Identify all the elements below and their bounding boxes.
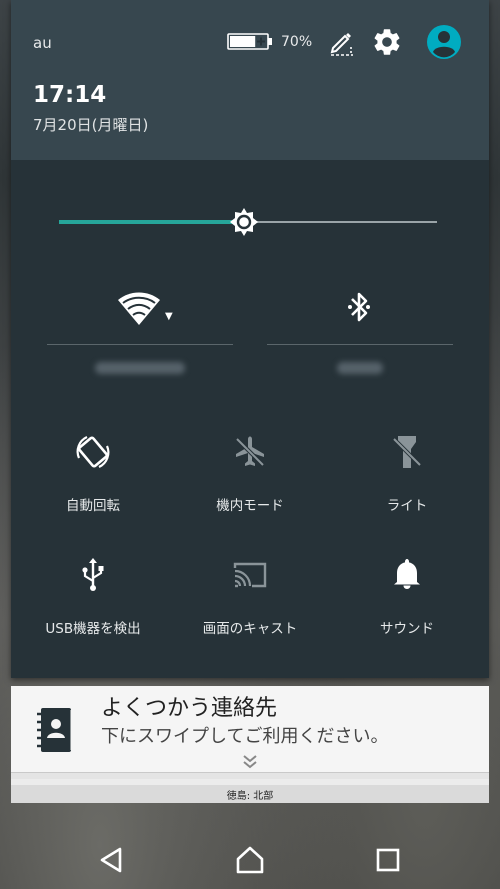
stacked-notification-2 — [11, 778, 489, 785]
contacts-book-icon — [37, 708, 72, 752]
wifi-tile-divider — [47, 344, 233, 345]
cast-icon — [233, 562, 267, 588]
navigation-bar — [0, 820, 500, 889]
battery-icon — [227, 33, 272, 50]
notification-subtitle: 下にスワイプしてご利用ください。 — [101, 726, 389, 747]
brightness-fill — [59, 220, 244, 224]
airplane-icon — [235, 436, 265, 467]
stacked-notification-1 — [11, 772, 489, 779]
user-avatar-icon[interactable] — [426, 24, 462, 60]
auto-rotate-icon — [76, 435, 110, 469]
stacked-notification-3[interactable]: 徳島: 北部 — [11, 784, 489, 803]
notification-title: よくつかう連絡先 — [101, 696, 278, 721]
cast-tile[interactable]: 画面のキャスト — [175, 555, 325, 655]
bell-icon — [394, 559, 420, 589]
bluetooth-tile-divider — [267, 344, 453, 345]
carrier-label: au — [33, 34, 52, 52]
brightness-slider[interactable] — [59, 208, 441, 236]
favorite-contacts-notification[interactable]: よくつかう連絡先 下にスワイプしてご利用ください。 — [11, 686, 489, 772]
wifi-network-name — [95, 362, 185, 374]
expand-chevron-icon[interactable] — [240, 754, 260, 770]
clock-date[interactable]: 7月20日(月曜日) — [33, 114, 148, 135]
wifi-icon — [118, 292, 160, 325]
clock-time: 17:14 — [33, 82, 107, 108]
recent-apps-icon[interactable] — [368, 840, 408, 880]
wifi-tile[interactable]: ▼ — [47, 285, 233, 385]
bluetooth-device-name — [337, 362, 383, 374]
cast-label: 画面のキャスト — [202, 621, 298, 637]
flashlight-icon — [392, 436, 422, 468]
usb-label: USB機器を検出 — [45, 621, 141, 637]
settings-gear-icon[interactable] — [371, 26, 403, 58]
wifi-dropdown-caret-icon[interactable]: ▼ — [165, 311, 173, 322]
quick-settings-panel: au 70% 17:14 7月20日(月曜日) ▼ 自動回転 機内モード ライト… — [11, 0, 489, 678]
back-icon[interactable] — [91, 840, 131, 880]
airplane-mode-label: 機内モード — [216, 498, 284, 514]
auto-rotate-tile[interactable]: 自動回転 — [18, 432, 168, 532]
brightness-thumb-icon[interactable] — [226, 204, 262, 240]
airplane-mode-tile[interactable]: 機内モード — [175, 432, 325, 532]
usb-icon — [82, 558, 104, 591]
battery-percent: 70% — [281, 34, 313, 50]
peek-notification-text: 徳島: 北部 — [226, 791, 274, 802]
home-icon[interactable] — [230, 840, 270, 880]
usb-tile[interactable]: USB機器を検出 — [18, 555, 168, 655]
flashlight-tile[interactable]: ライト — [332, 432, 482, 532]
flashlight-label: ライト — [386, 498, 428, 514]
bluetooth-icon — [348, 292, 370, 322]
auto-rotate-label: 自動回転 — [66, 498, 120, 514]
sound-label: サウンド — [380, 621, 434, 637]
sound-tile[interactable]: サウンド — [332, 555, 482, 655]
bluetooth-tile[interactable] — [267, 285, 453, 385]
edit-icon[interactable] — [327, 28, 355, 56]
status-header: au 70% 17:14 7月20日(月曜日) — [11, 0, 489, 160]
